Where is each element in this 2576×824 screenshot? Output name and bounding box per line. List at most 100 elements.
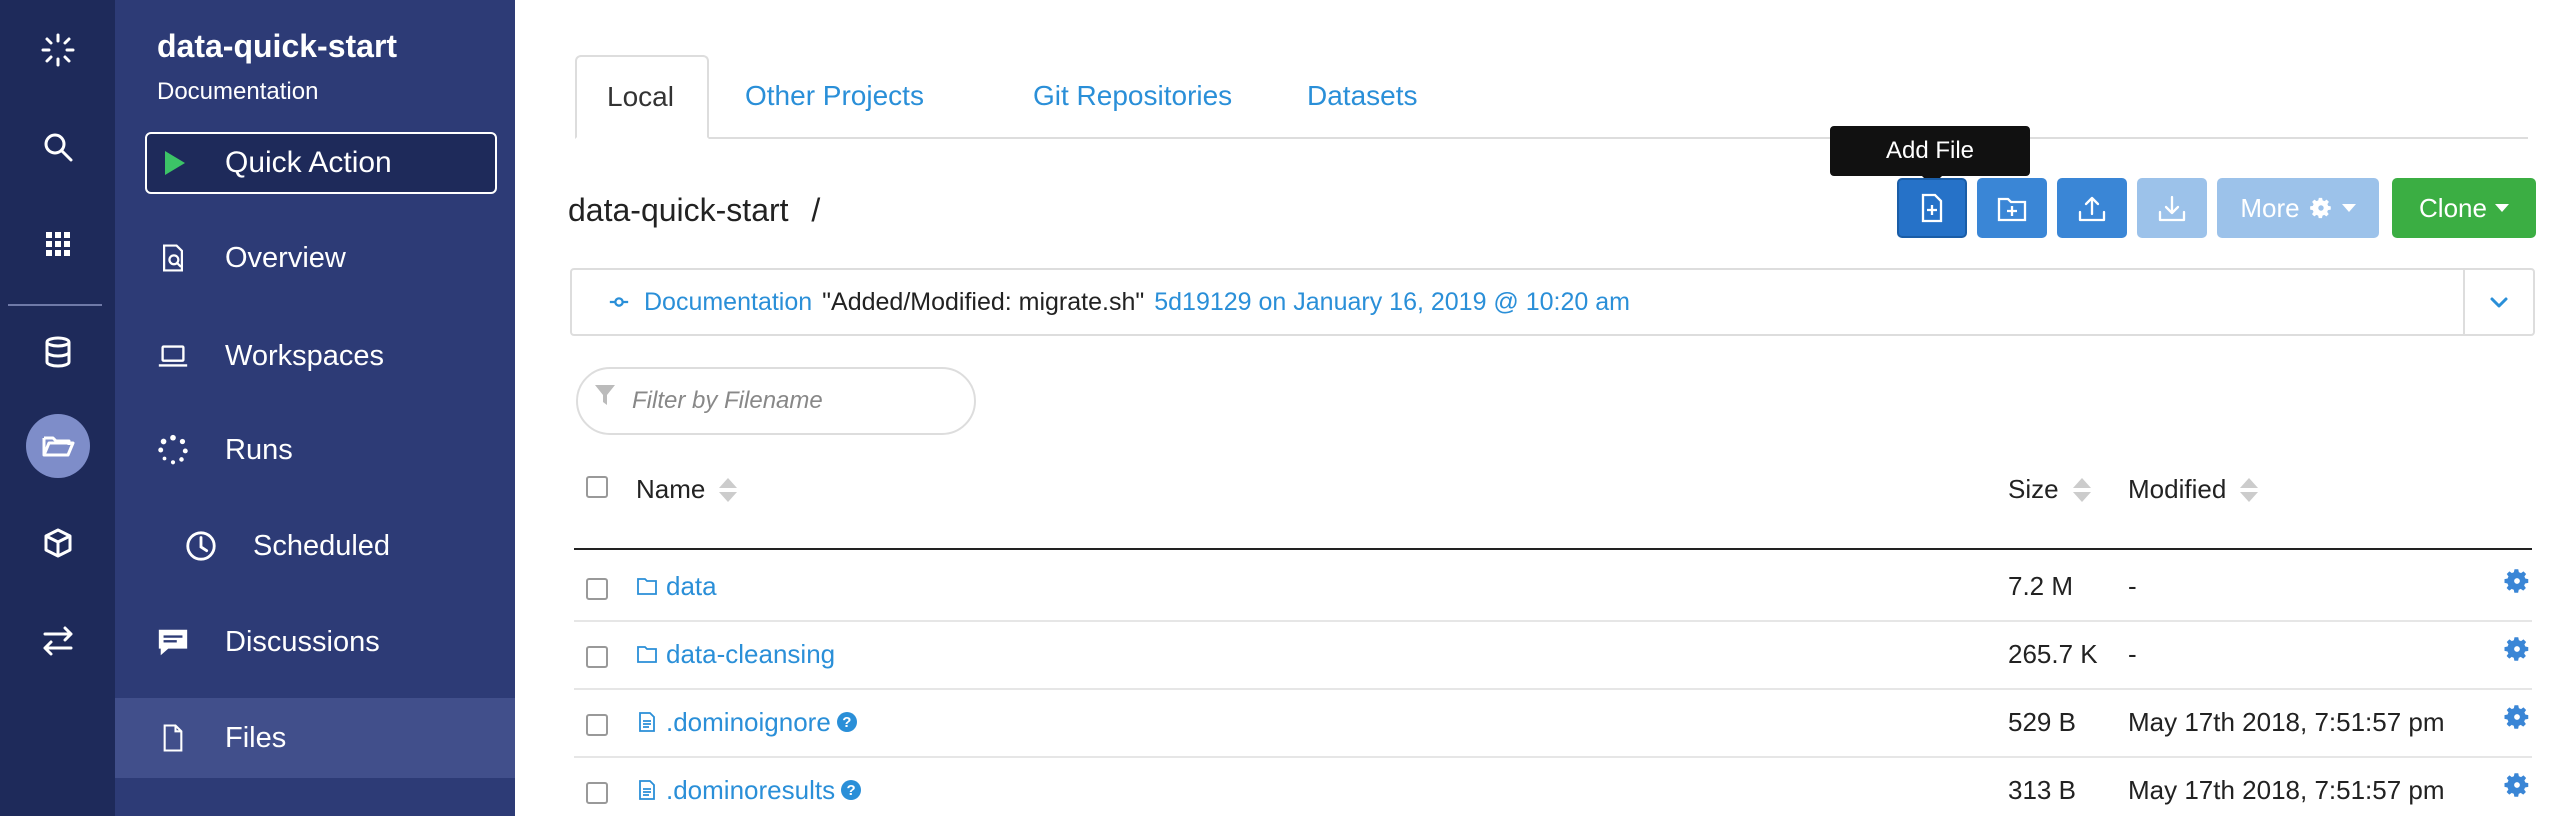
file-size: 7.2 M	[2008, 570, 2074, 601]
row-checkbox[interactable]	[586, 782, 608, 804]
help-icon[interactable]: ?	[841, 780, 862, 800]
commit-hash-link[interactable]: 5d19129 on January 16, 2019 @ 10:20 am	[1154, 288, 1630, 317]
download-icon	[2158, 195, 2186, 222]
tab-local[interactable]: Local	[575, 55, 709, 139]
file-name-link[interactable]: .dominoresults ?	[636, 756, 862, 824]
quick-action-button[interactable]: Quick Action	[145, 132, 497, 194]
spinner-icon	[155, 432, 191, 468]
file-name-link[interactable]: data	[636, 552, 717, 620]
more-dropdown-button[interactable]: More	[2217, 178, 2379, 238]
tab-git-repositories[interactable]: Git Repositories	[1003, 55, 1262, 137]
row-settings-gear-icon[interactable]	[2502, 770, 2532, 800]
sidebar-item-workspaces[interactable]: Workspaces	[115, 316, 515, 396]
breadcrumb-separator: /	[811, 192, 821, 228]
file-name: .dominoresults	[666, 774, 836, 805]
row-settings-gear-icon[interactable]	[2502, 566, 2532, 596]
file-name-link[interactable]: data-cleansing	[636, 620, 835, 688]
sidebar-item-label: Files	[225, 721, 287, 754]
project-name[interactable]: data-quick-start	[157, 28, 397, 65]
select-all-checkbox[interactable]	[586, 476, 608, 498]
project-subtitle: Documentation	[157, 78, 319, 105]
file-modified: May 17th 2018, 7:51:57 pm	[2128, 774, 2445, 805]
help-icon[interactable]: ?	[836, 712, 857, 732]
sidebar-item-label: Runs	[225, 433, 293, 466]
add-folder-button[interactable]	[1977, 178, 2047, 238]
table-row: .dominoignore ? 529 B May 17th 2018, 7:5…	[574, 688, 2532, 758]
apps-grid-icon[interactable]	[0, 204, 115, 284]
funnel-icon	[595, 385, 615, 405]
file-name: data	[666, 570, 717, 601]
row-settings-gear-icon[interactable]	[2502, 702, 2532, 732]
sidebar-item-label: Scheduled	[253, 529, 391, 562]
upload-button[interactable]	[2057, 178, 2127, 238]
table-row: .dominoresults ? 313 B May 17th 2018, 7:…	[574, 756, 2532, 824]
commit-branch-link[interactable]: Documentation	[644, 288, 812, 317]
gear-icon	[2309, 197, 2331, 219]
table-row: data-cleansing 265.7 K -	[574, 620, 2532, 690]
add-file-tooltip: Add File	[1830, 126, 2030, 186]
folder-open-icon[interactable]	[0, 406, 115, 486]
database-icon[interactable]	[0, 312, 115, 392]
chevron-down-icon	[2341, 204, 2356, 212]
quick-action-label: Quick Action	[225, 146, 392, 179]
download-button[interactable]	[2137, 178, 2207, 238]
add-file-button[interactable]	[1897, 178, 1967, 238]
sidebar-item-label: Overview	[225, 241, 346, 274]
chevron-down-icon	[2490, 297, 2508, 308]
clone-dropdown-button[interactable]: Clone	[2392, 178, 2536, 238]
sidebar-item-runs[interactable]: Runs	[115, 410, 515, 490]
filename-filter-input[interactable]	[576, 367, 976, 435]
chevron-down-icon	[2494, 204, 2509, 212]
files-tabs: Local Other Projects Git Repositories Da…	[575, 55, 2528, 139]
sort-icon	[2072, 477, 2091, 502]
sidebar-item-overview[interactable]: Overview	[115, 218, 515, 298]
sidebar-item-label: Workspaces	[225, 339, 385, 372]
sidebar-item-scheduled[interactable]: Scheduled	[115, 506, 515, 586]
sort-icon	[719, 477, 738, 502]
file-name: .dominoignore	[666, 706, 831, 737]
overview-icon	[155, 240, 191, 276]
column-header-modified[interactable]: Modified	[2128, 474, 2259, 505]
folder-icon	[637, 578, 657, 595]
breadcrumb-project[interactable]: data-quick-start	[568, 192, 789, 228]
sidebar-item-files[interactable]: Files	[115, 698, 515, 778]
row-checkbox[interactable]	[586, 714, 608, 736]
tab-other-projects[interactable]: Other Projects	[715, 55, 954, 137]
row-settings-gear-icon[interactable]	[2502, 634, 2532, 664]
sidebar-item-label: Discussions	[225, 625, 380, 658]
tab-datasets[interactable]: Datasets	[1277, 55, 1448, 137]
column-header-size[interactable]: Size	[2008, 474, 2091, 505]
add-file-icon	[1921, 193, 1943, 223]
clone-label: Clone	[2419, 192, 2487, 223]
file-modified: May 17th 2018, 7:51:57 pm	[2128, 706, 2445, 737]
more-label: More	[2240, 192, 2300, 223]
play-icon	[165, 151, 185, 175]
column-header-label: Name	[636, 474, 706, 504]
file-icon	[155, 720, 191, 756]
upload-icon	[2078, 196, 2106, 222]
logo-icon[interactable]	[0, 10, 115, 90]
chat-icon	[155, 624, 191, 660]
document-icon	[639, 780, 655, 800]
row-checkbox[interactable]	[586, 578, 608, 600]
rail-active-indicator	[25, 414, 90, 478]
commit-message: "Added/Modified: migrate.sh"	[822, 287, 1145, 316]
row-checkbox[interactable]	[586, 646, 608, 668]
file-size: 529 B	[2008, 706, 2076, 737]
cube-icon[interactable]	[0, 504, 115, 584]
column-header-label: Size	[2008, 474, 2059, 504]
rail-divider	[8, 304, 102, 306]
logo-icon-graphic	[41, 33, 74, 67]
table-row: data 7.2 M -	[574, 552, 2532, 622]
commit-expand-toggle[interactable]	[2463, 270, 2533, 334]
search-icon[interactable]	[0, 107, 115, 187]
swap-arrows-icon[interactable]	[0, 600, 115, 680]
file-name-link[interactable]: .dominoignore ?	[636, 688, 857, 756]
file-size: 265.7 K	[2008, 638, 2098, 669]
column-header-name[interactable]: Name	[636, 474, 738, 505]
commit-icon	[609, 297, 629, 307]
icon-rail	[0, 0, 115, 816]
document-icon	[639, 712, 655, 732]
breadcrumb: data-quick-start /	[568, 192, 820, 229]
sidebar-item-discussions[interactable]: Discussions	[115, 602, 515, 682]
